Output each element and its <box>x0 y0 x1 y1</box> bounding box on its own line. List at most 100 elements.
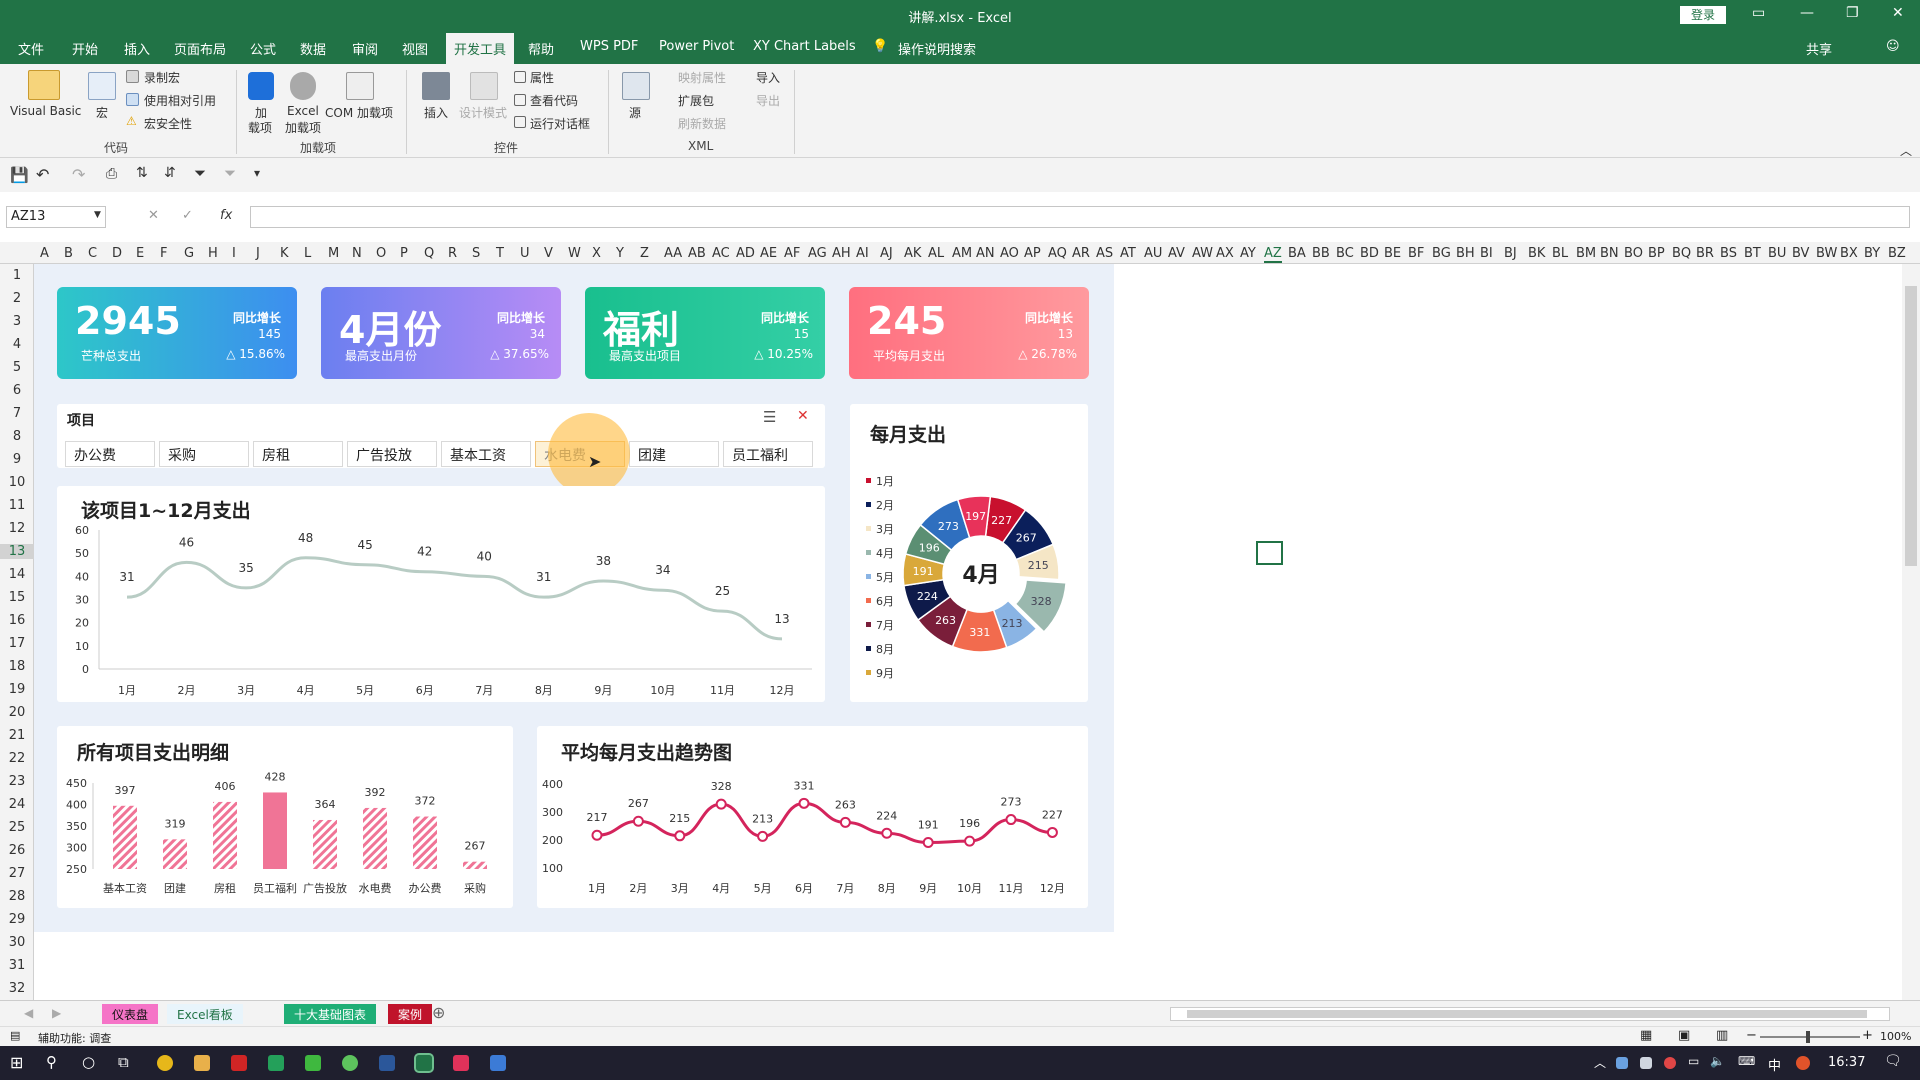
column-header[interactable]: K <box>280 246 289 261</box>
column-header[interactable]: AJ <box>880 246 893 261</box>
file-explorer-icon[interactable] <box>194 1055 210 1071</box>
row-header[interactable]: 11 <box>0 498 34 513</box>
sheet-tab[interactable]: 仪表盘 <box>102 1004 159 1024</box>
row-header[interactable]: 20 <box>0 705 34 720</box>
column-header[interactable]: H <box>208 246 218 261</box>
clock[interactable]: 16:37 <box>1828 1055 1865 1070</box>
word-icon[interactable] <box>379 1055 395 1071</box>
redo-icon[interactable]: ↷ <box>72 165 85 184</box>
zoom-in-icon[interactable]: + <box>1862 1028 1873 1043</box>
next-sheet-icon[interactable]: ▶ <box>52 1006 61 1020</box>
column-header[interactable]: Q <box>424 246 434 261</box>
tab-4[interactable]: 公式 <box>250 39 276 58</box>
row-header[interactable]: 15 <box>0 590 34 605</box>
macro-button[interactable]: 宏 <box>96 104 108 121</box>
row-header[interactable]: 9 <box>0 452 34 467</box>
column-header[interactable]: AY <box>1240 246 1256 261</box>
excel-addin-button[interactable]: Excel <box>287 104 319 118</box>
column-header[interactable]: AP <box>1024 246 1041 261</box>
row-header[interactable]: 14 <box>0 567 34 582</box>
add-sheet-icon[interactable]: ⊕ <box>432 1003 445 1022</box>
column-header[interactable]: AV <box>1168 246 1185 261</box>
column-header[interactable]: D <box>112 246 122 261</box>
normal-view-icon[interactable]: ▦ <box>1640 1028 1652 1043</box>
keyboard-icon[interactable]: ⌨ <box>1738 1054 1755 1068</box>
login-button[interactable]: 登录 <box>1680 6 1726 24</box>
column-header[interactable]: BL <box>1552 246 1568 261</box>
chrome-icon[interactable] <box>157 1055 173 1071</box>
prev-sheet-icon[interactable]: ◀ <box>24 1006 33 1020</box>
column-header[interactable]: BC <box>1336 246 1354 261</box>
column-header[interactable]: T <box>496 246 504 261</box>
tray-app-icon[interactable] <box>1664 1057 1676 1069</box>
cancel-formula-icon[interactable]: ✕ <box>148 208 159 223</box>
column-header[interactable]: BG <box>1432 246 1451 261</box>
row-header[interactable]: 1 <box>0 268 34 283</box>
column-header[interactable]: AC <box>712 246 730 261</box>
column-header[interactable]: AE <box>760 246 777 261</box>
column-header[interactable]: AH <box>832 246 851 261</box>
excel-taskbar-icon[interactable] <box>414 1053 434 1073</box>
column-header[interactable]: BH <box>1456 246 1475 261</box>
row-header[interactable]: 4 <box>0 337 34 352</box>
macro-icon[interactable] <box>88 72 116 100</box>
row-header[interactable]: 6 <box>0 383 34 398</box>
column-header[interactable]: B <box>64 246 73 261</box>
column-header[interactable]: BQ <box>1672 246 1691 261</box>
column-header[interactable]: AS <box>1096 246 1113 261</box>
column-header[interactable]: BD <box>1360 246 1379 261</box>
row-header[interactable]: 21 <box>0 728 34 743</box>
column-header[interactable]: BJ <box>1504 246 1517 261</box>
row-header[interactable]: 26 <box>0 843 34 858</box>
row-header[interactable]: 24 <box>0 797 34 812</box>
column-header[interactable]: A <box>40 246 49 261</box>
xml-source-button[interactable]: 源 <box>629 104 641 121</box>
windows-start-icon[interactable]: ⊞ <box>10 1053 23 1072</box>
tab-10[interactable]: WPS PDF <box>580 39 638 54</box>
row-header[interactable]: 23 <box>0 774 34 789</box>
column-header[interactable]: BA <box>1288 246 1306 261</box>
xml-source-icon[interactable] <box>622 72 650 100</box>
tab-13[interactable]: 操作说明搜索 <box>898 39 976 58</box>
run-dialog-button[interactable]: 运行对话框 <box>530 115 590 132</box>
tab-9[interactable]: 帮助 <box>528 39 554 58</box>
slicer-item[interactable]: 广告投放 <box>347 441 437 467</box>
zoom-out-icon[interactable]: − <box>1746 1028 1757 1043</box>
minimize-icon[interactable]: — <box>1800 5 1814 21</box>
tab-6[interactable]: 审阅 <box>352 39 378 58</box>
tray-icon[interactable] <box>1616 1057 1628 1069</box>
column-header[interactable]: AW <box>1192 246 1213 261</box>
vertical-scrollbar[interactable] <box>1902 264 1920 1000</box>
zoom-slider-thumb[interactable] <box>1806 1031 1810 1043</box>
column-header[interactable]: F <box>160 246 167 261</box>
tray-expand-icon[interactable]: ︿ <box>1594 1054 1606 1071</box>
column-header[interactable]: BX <box>1840 246 1858 261</box>
slicer-item[interactable]: 团建 <box>629 441 719 467</box>
tab-1[interactable]: 开始 <box>72 39 98 58</box>
name-box[interactable]: AZ13 <box>6 206 106 228</box>
visual-basic-button[interactable]: Visual Basic <box>10 104 81 118</box>
app-blue-icon[interactable] <box>490 1055 506 1071</box>
row-header[interactable]: 18 <box>0 659 34 674</box>
slicer-item[interactable]: 办公费 <box>65 441 155 467</box>
row-header[interactable]: 12 <box>0 521 34 536</box>
insert-control-button[interactable]: 插入 <box>424 104 448 121</box>
active-cell[interactable] <box>1256 541 1283 565</box>
tab-3[interactable]: 页面布局 <box>174 39 226 58</box>
sogou-icon[interactable] <box>1796 1056 1810 1070</box>
row-header[interactable]: 3 <box>0 314 34 329</box>
column-header[interactable]: C <box>88 246 97 261</box>
app-red-icon[interactable] <box>231 1055 247 1071</box>
column-header[interactable]: X <box>592 246 601 261</box>
notifications-icon[interactable]: 🗨 <box>1884 1053 1902 1069</box>
column-header[interactable]: AB <box>688 246 706 261</box>
horizontal-scroll-thumb[interactable] <box>1187 1010 1867 1018</box>
column-header[interactable]: P <box>400 246 408 261</box>
insert-function-icon[interactable]: fx <box>220 208 232 223</box>
column-header[interactable]: Z <box>640 246 649 261</box>
column-header[interactable]: BT <box>1744 246 1761 261</box>
column-header[interactable]: AM <box>952 246 972 261</box>
column-header[interactable]: J <box>256 246 260 261</box>
sort-descending-icon[interactable]: ⇵ <box>164 165 176 181</box>
column-header[interactable]: BM <box>1576 246 1596 261</box>
